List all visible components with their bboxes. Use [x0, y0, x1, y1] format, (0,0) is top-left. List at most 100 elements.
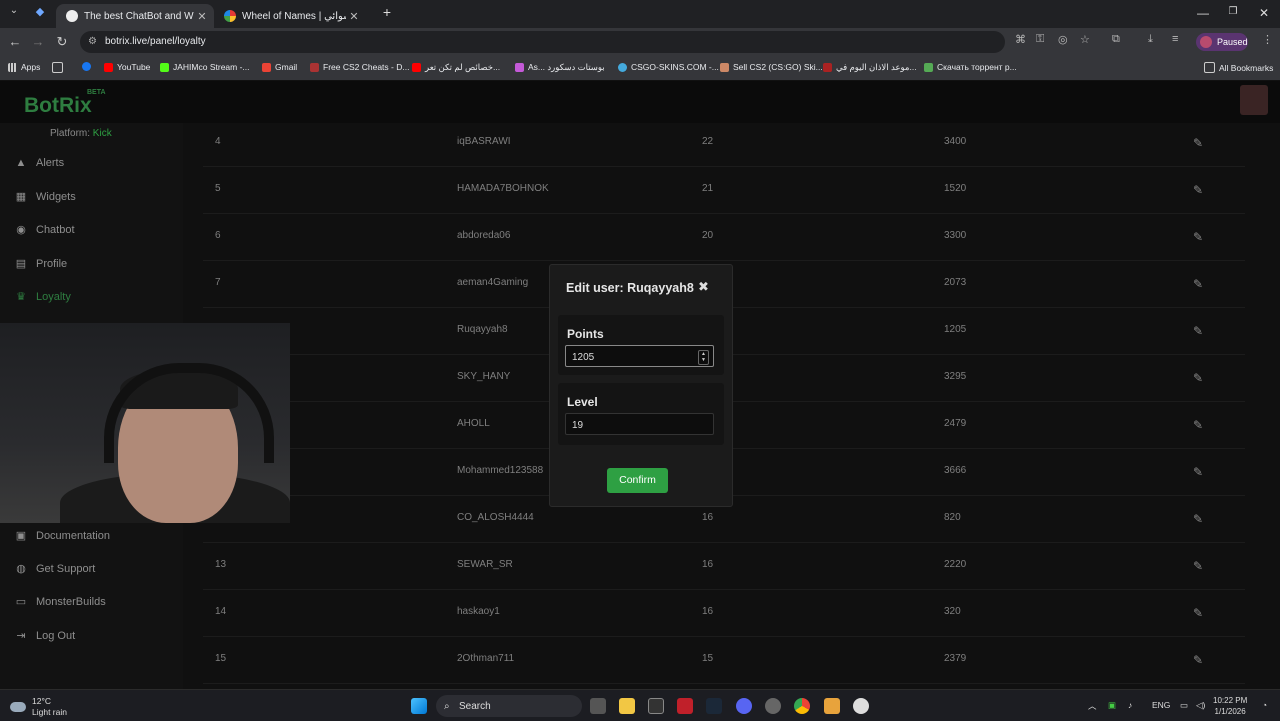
all-bookmarks[interactable]: All Bookmarks — [1204, 62, 1273, 73]
bookmark-grid[interactable] — [52, 62, 67, 73]
browser-extension-icon[interactable]: ◆ — [30, 5, 50, 18]
edit-pencil-icon[interactable]: ✎ — [1193, 559, 1203, 573]
translate-icon[interactable]: ⌘ — [1015, 33, 1026, 46]
edit-user-modal: Edit user: Ruqayyah8 ✖ Points 1205 ▲ ▼ Le… — [549, 264, 733, 507]
edit-pencil-icon[interactable]: ✎ — [1193, 512, 1203, 526]
profile-button[interactable]: Paused — [1196, 33, 1248, 51]
close-window-icon[interactable]: ✕ — [1249, 6, 1279, 20]
edit-pencil-icon[interactable]: ✎ — [1193, 230, 1203, 244]
restore-icon[interactable]: ❐ — [1218, 6, 1248, 17]
password-key-icon[interactable]: ⚿ — [1036, 33, 1044, 46]
tab-search-icon[interactable]: ⌄ — [4, 5, 24, 16]
edit-pencil-icon[interactable]: ✎ — [1193, 371, 1203, 385]
obs-icon[interactable] — [853, 698, 869, 714]
media-control-icon[interactable]: ≡ — [1172, 33, 1178, 45]
sidebar-item-alerts[interactable]: ▲ Alerts — [14, 157, 65, 169]
botrix-favicon-icon — [66, 10, 78, 22]
close-icon[interactable]: ✖ — [698, 279, 709, 295]
language-indicator[interactable]: ENG — [1152, 700, 1170, 710]
bookmark-apps[interactable]: Apps — [8, 62, 40, 72]
sidebar-item-loyalty[interactable]: ♛ Loyalty — [14, 290, 71, 304]
edit-pencil-icon[interactable]: ✎ — [1193, 606, 1203, 620]
vlc-icon[interactable] — [824, 698, 840, 714]
bookmark-jahimco[interactable]: JAHIMco Stream -... — [160, 62, 250, 72]
close-tab-icon[interactable]: ✕ — [346, 10, 362, 23]
windows-start-icon[interactable] — [411, 698, 427, 714]
tray-app-icon[interactable]: ▣ — [1108, 700, 1116, 711]
weather-widget[interactable]: 12°C Light rain — [10, 696, 67, 718]
settings-app-icon[interactable] — [765, 698, 781, 714]
site-info-icon[interactable]: ⚙ — [88, 36, 97, 47]
more-menu-icon[interactable]: ⋮ — [1262, 33, 1273, 46]
bookmark-torrent[interactable]: Скачать торрент р... — [924, 62, 1017, 72]
monitor-icon: ▭ — [15, 596, 27, 608]
volume-icon[interactable]: ◁) — [1196, 700, 1205, 711]
discord-icon[interactable] — [736, 698, 752, 714]
chrome-icon[interactable] — [794, 698, 810, 714]
level-input[interactable]: 19 — [565, 413, 714, 435]
address-bar[interactable]: ⚙ botrix.live/panel/loyalty — [80, 31, 1005, 53]
edit-pencil-icon[interactable]: ✎ — [1193, 136, 1203, 150]
sidebar-item-monsterbuilds[interactable]: ▭ MonsterBuilds — [14, 595, 106, 609]
edit-pencil-icon[interactable]: ✎ — [1193, 324, 1203, 338]
close-tab-icon[interactable]: ✕ — [194, 10, 210, 23]
cheats-icon — [310, 62, 319, 72]
new-tab-icon[interactable]: + — [372, 4, 402, 20]
number-stepper-icon[interactable]: ▲ ▼ — [698, 350, 709, 365]
adobe-icon[interactable] — [677, 698, 693, 714]
tray-chevron-icon[interactable]: ︿ — [1088, 700, 1097, 712]
user-avatar[interactable] — [1240, 85, 1268, 115]
eye-off-icon[interactable]: ◎ — [1058, 33, 1068, 46]
bookmark-prayer-time[interactable]: موعد الاذان اليوم في... — [823, 62, 917, 73]
bookmark-facebook[interactable] — [82, 62, 95, 71]
extensions-icon[interactable]: ⧉ — [1112, 33, 1120, 46]
edit-pencil-icon[interactable]: ✎ — [1193, 418, 1203, 432]
bookmark-star-icon[interactable]: ☆ — [1080, 33, 1090, 46]
points-input[interactable]: 1205 ▲ ▼ — [565, 345, 714, 367]
reload-icon[interactable]: ↻ — [52, 34, 72, 50]
search-icon: ⌕ — [444, 701, 450, 712]
cloud-rain-icon — [10, 702, 26, 712]
back-icon[interactable]: ← — [5, 34, 25, 49]
file-explorer-icon[interactable] — [619, 698, 635, 714]
table-row: 5 HAMADA7BOHNOK 21 1520 ✎ — [203, 167, 1245, 214]
bookmark-discord-posts[interactable]: As... بوستات دسكورد — [515, 62, 605, 73]
minimize-icon[interactable]: — — [1188, 6, 1218, 20]
sidebar-item-log-out[interactable]: ⇥ Log Out — [14, 629, 75, 643]
warning-icon: ▲ — [15, 157, 27, 169]
sidebar-item-profile[interactable]: ▤ Profile — [14, 257, 67, 271]
taskbar-search[interactable]: ⌕ Search — [436, 695, 582, 717]
download-icon[interactable]: ⤓ — [1148, 33, 1153, 46]
bookmark-sell-cs2[interactable]: Sell CS2 (CS:GO) Ski... — [720, 62, 823, 72]
bookmark-youtube[interactable]: YouTube — [104, 62, 150, 72]
heart-icon — [515, 63, 524, 72]
botrix-logo[interactable]: BotRix — [24, 94, 92, 118]
sidebar-item-chatbot[interactable]: ◉ Chatbot — [14, 223, 74, 237]
bookmark-arabic-1[interactable]: خصائص لم تكن تعر... — [412, 62, 500, 73]
edit-pencil-icon[interactable]: ✎ — [1193, 465, 1203, 479]
trophy-icon: ♛ — [16, 291, 26, 303]
steam-icon[interactable] — [706, 698, 722, 714]
sidebar-item-get-support[interactable]: ◍ Get Support — [14, 562, 95, 576]
sidebar-item-documentation[interactable]: ▣ Documentation — [14, 529, 110, 543]
edit-pencil-icon[interactable]: ✎ — [1193, 183, 1203, 197]
system-clock[interactable]: 10:22 PM 1/1/2026 — [1213, 695, 1247, 717]
bookmark-cs2-cheats[interactable]: Free CS2 Cheats - D... — [310, 62, 409, 72]
table-row: 6 abdoreda06 20 3300 ✎ — [203, 214, 1245, 261]
robot-icon: ◉ — [16, 224, 26, 236]
microphone-icon[interactable]: ♪ — [1128, 700, 1132, 710]
epic-games-icon[interactable] — [648, 698, 664, 714]
sidebar-item-widgets[interactable]: ▦ Widgets — [14, 190, 76, 204]
bookmark-csgo-skins[interactable]: CSGO-SKINS.COM -... — [618, 62, 719, 72]
tab-wheel-of-names[interactable]: Wheel of Names | ‎اسم العشوائي ✕ — [214, 4, 366, 28]
tab-botrix[interactable]: The best ChatBot and Widgets ✕ — [56, 4, 214, 28]
confirm-button[interactable]: Confirm — [607, 468, 668, 493]
kick-icon — [160, 62, 169, 72]
notifications-icon[interactable]: ◔ — [1262, 700, 1267, 710]
edit-pencil-icon[interactable]: ✎ — [1193, 653, 1203, 667]
edit-pencil-icon[interactable]: ✎ — [1193, 277, 1203, 291]
forward-icon[interactable]: → — [28, 34, 48, 49]
bookmark-gmail[interactable]: Gmail — [262, 62, 297, 72]
network-icon[interactable]: ▭ — [1180, 700, 1188, 711]
task-view-icon[interactable] — [590, 698, 606, 714]
